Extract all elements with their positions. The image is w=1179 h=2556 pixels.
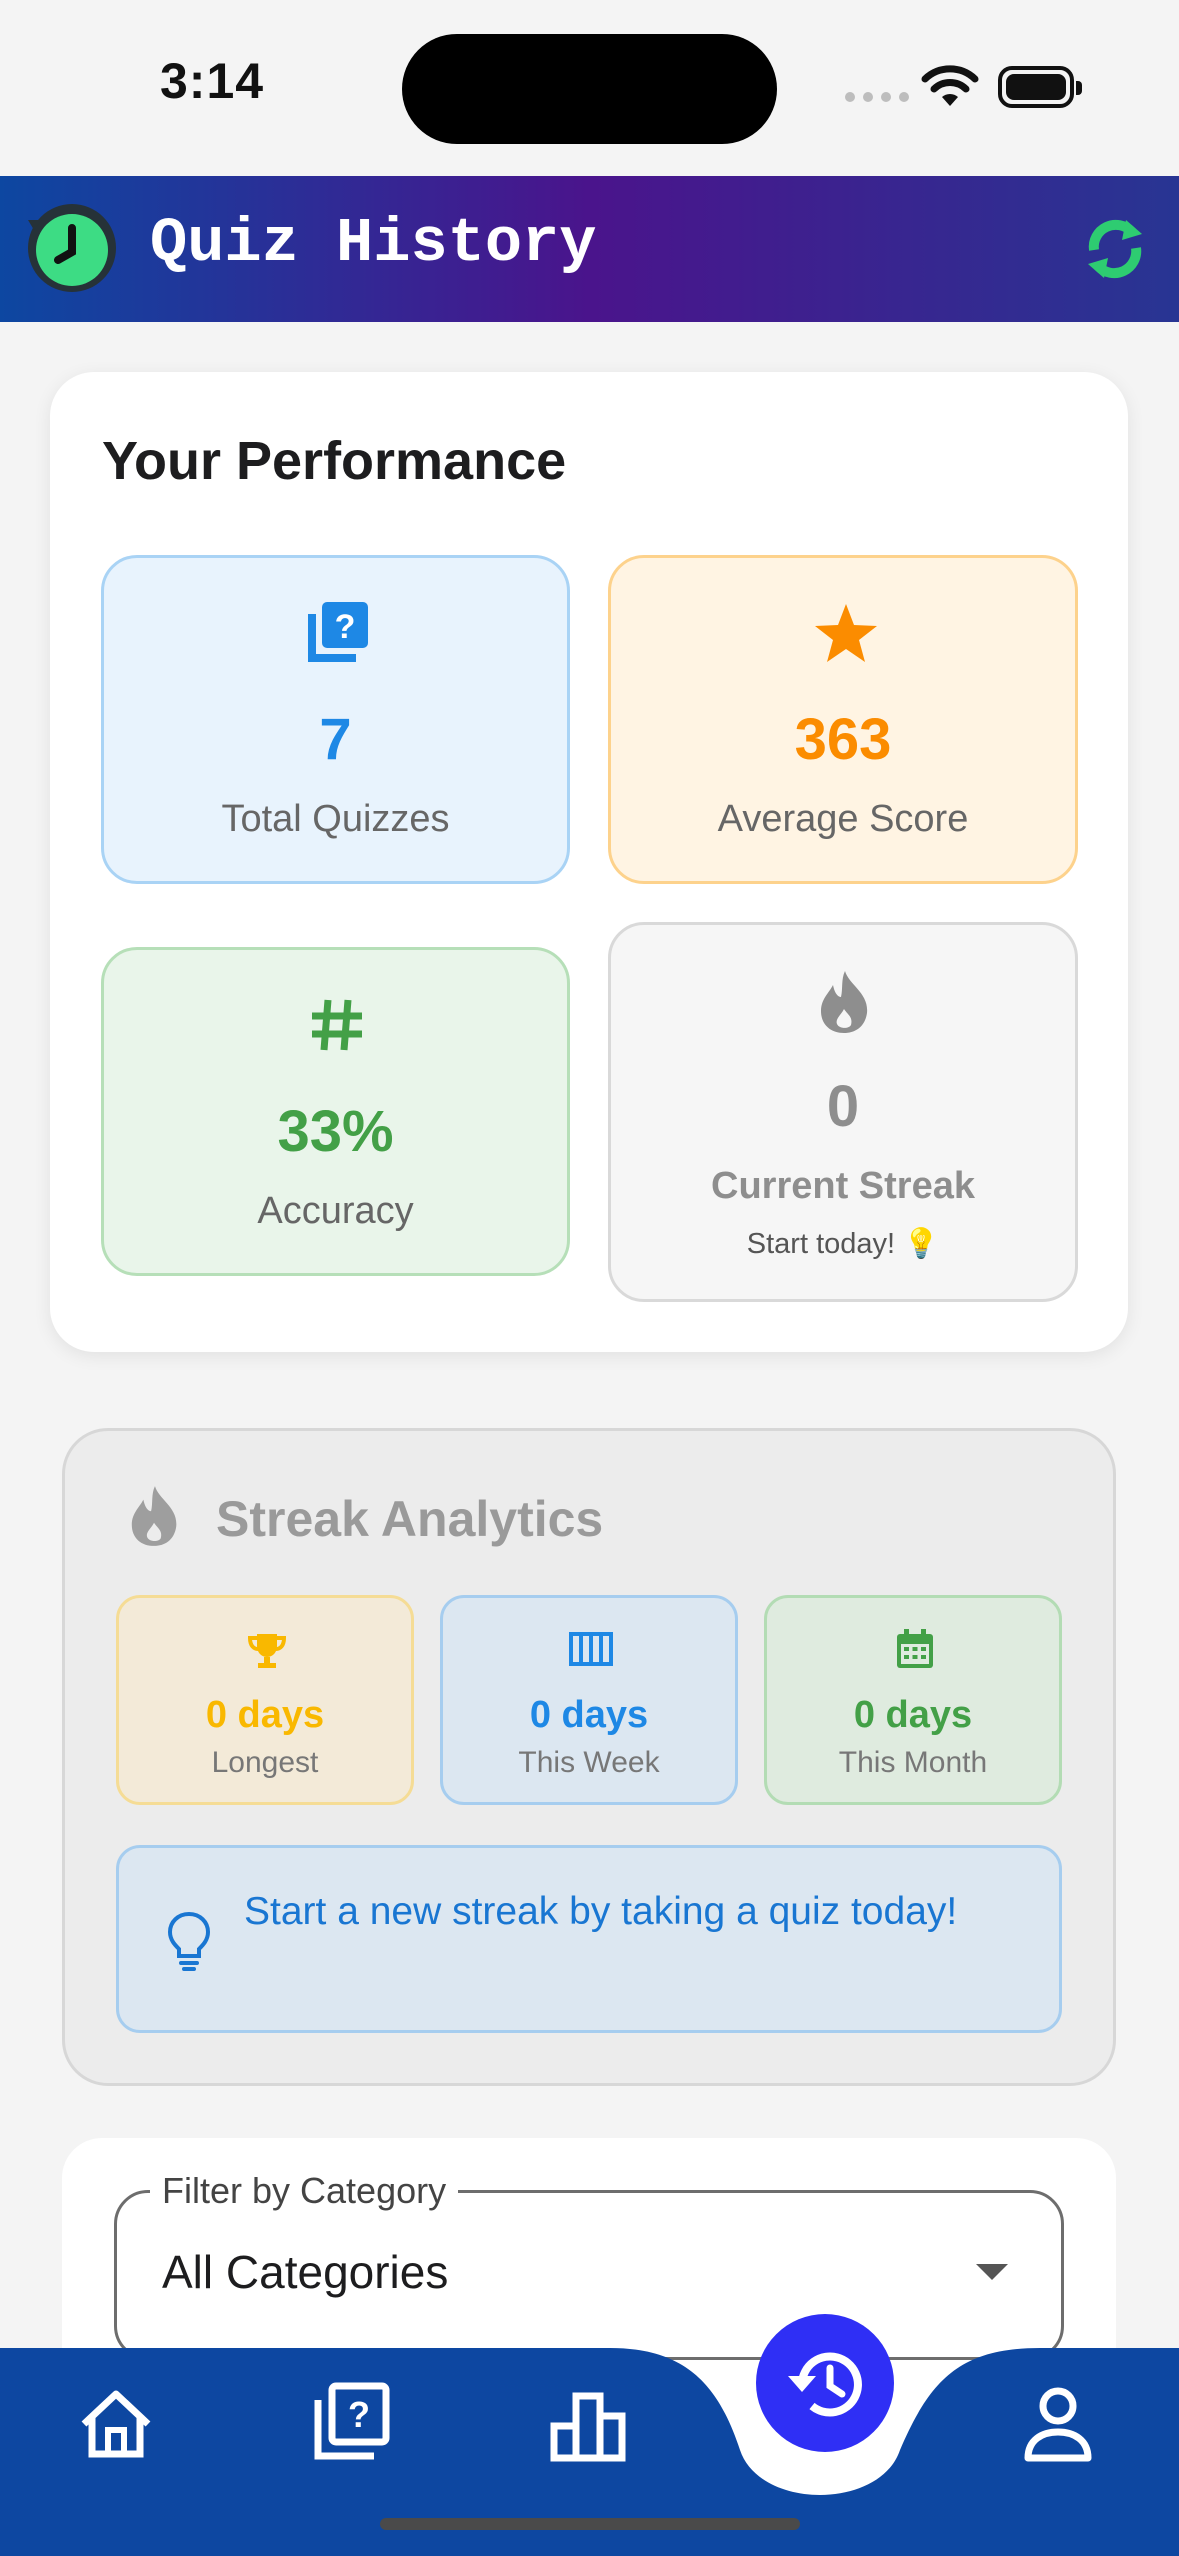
signal-icon (845, 92, 909, 102)
performance-title: Your Performance (102, 431, 567, 491)
profile-icon[interactable] (1022, 2384, 1094, 2464)
trophy-icon (247, 1634, 287, 1668)
dynamic-island (402, 34, 777, 144)
fire-icon (131, 1486, 177, 1546)
filter-label: Filter by Category (150, 2170, 459, 2212)
current-streak-subtext: Start today! 💡 (746, 1228, 940, 1260)
current-streak-value: 0 (826, 1074, 860, 1139)
accuracy-value: 33% (277, 1099, 394, 1164)
fire-icon (821, 971, 868, 1033)
streak-this-week: 0 days This Week (440, 1595, 738, 1805)
total-quizzes-label: Total Quizzes (221, 798, 450, 840)
calendar-icon (897, 1629, 933, 1668)
history-clock-icon (28, 204, 116, 292)
streak-tip-banner (116, 1845, 1062, 2033)
battery-icon (998, 66, 1082, 108)
streak-month-label: This Month (838, 1746, 988, 1779)
svg-text:?: ? (348, 2394, 370, 2435)
streak-month-value: 0 days (853, 1694, 973, 1736)
quiz-icon[interactable]: ? (312, 2382, 392, 2462)
hashtag-icon (312, 999, 362, 1051)
streak-longest-value: 0 days (205, 1694, 325, 1736)
streak-analytics-title: Streak Analytics (216, 1491, 604, 1547)
home-icon[interactable] (78, 2388, 154, 2460)
streak-tip-text: Start a new streak by taking a quiz toda… (244, 1890, 958, 1933)
page-title: Quiz History (150, 208, 597, 279)
dropdown-arrow-icon[interactable] (976, 2264, 1008, 2280)
streak-week-value: 0 days (529, 1694, 649, 1736)
streak-longest: 0 days Longest (116, 1595, 414, 1805)
filter-selected-value[interactable]: All Categories (162, 2245, 448, 2299)
stat-average-score: 363 Average Score (608, 555, 1078, 884)
streak-this-month: 0 days This Month (764, 1595, 1062, 1805)
average-score-value: 363 (794, 707, 892, 772)
home-indicator (380, 2518, 800, 2530)
svg-text:?: ? (335, 608, 356, 646)
streak-longest-label: Longest (211, 1746, 319, 1779)
total-quizzes-value: 7 (319, 707, 352, 772)
current-streak-label: Current Streak (711, 1165, 975, 1207)
wifi-icon (921, 65, 979, 106)
lightbulb-icon (167, 1911, 211, 1971)
stat-total-quizzes: ? 7 Total Quizzes (101, 555, 570, 884)
stat-current-streak: 0 Current Streak Start today! 💡 (608, 922, 1078, 1302)
history-icon[interactable] (782, 2340, 868, 2426)
view-week-icon (569, 1632, 613, 1666)
streak-week-label: This Week (518, 1746, 660, 1779)
status-time: 3:14 (160, 53, 265, 109)
accuracy-label: Accuracy (257, 1190, 414, 1232)
quiz-icon: ? (308, 602, 368, 662)
leaderboard-icon[interactable] (548, 2390, 628, 2462)
stat-accuracy: 33% Accuracy (101, 947, 570, 1276)
refresh-icon[interactable] (1080, 214, 1150, 284)
average-score-label: Average Score (717, 798, 969, 840)
star-icon (815, 604, 877, 662)
